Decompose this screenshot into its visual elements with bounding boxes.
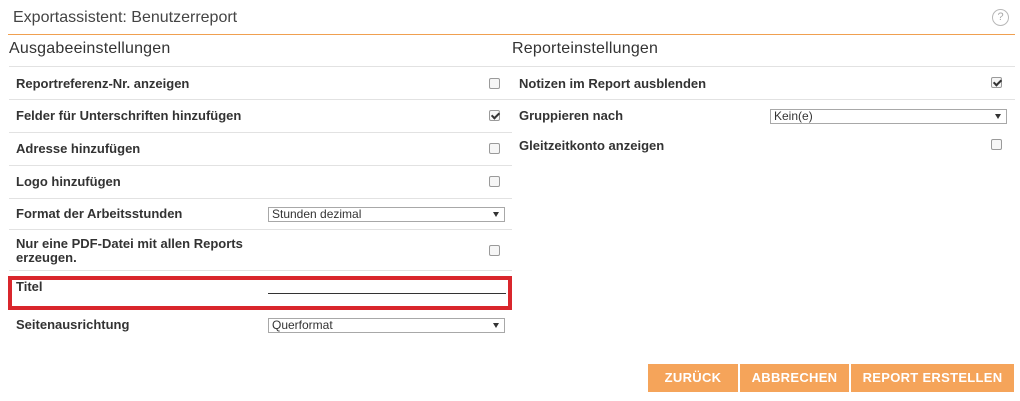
add-logo-label: Logo hinzufügen bbox=[16, 174, 121, 189]
back-button[interactable]: ZURÜCK bbox=[648, 364, 738, 392]
chevron-down-icon bbox=[493, 323, 499, 328]
chevron-down-icon bbox=[995, 114, 1001, 119]
group-by-select[interactable]: Kein(e) bbox=[770, 109, 1007, 124]
output-settings-title: Ausgabeeinstellungen bbox=[9, 40, 171, 57]
help-icon[interactable]: ? bbox=[992, 9, 1009, 26]
report-reference-label: Reportreferenz-Nr. anzeigen bbox=[16, 76, 190, 91]
hours-format-select[interactable]: Stunden dezimal bbox=[268, 207, 505, 222]
signature-fields-label: Felder für Unterschriften hinzufügen bbox=[16, 108, 242, 123]
add-logo-checkbox[interactable] bbox=[489, 176, 500, 187]
hours-format-value: Stunden dezimal bbox=[272, 207, 362, 221]
title-row-highlight bbox=[8, 276, 512, 310]
hide-notes-label: Notizen im Report ausblenden bbox=[519, 76, 707, 91]
add-address-label: Adresse hinzufügen bbox=[16, 141, 141, 156]
create-report-button[interactable]: REPORT ERSTELLEN bbox=[851, 364, 1014, 392]
row-signature-fields: Felder für Unterschriften hinzufügen bbox=[9, 99, 512, 132]
dialog-title: Exportassistent: Benutzerreport bbox=[13, 9, 238, 26]
row-add-address: Adresse hinzufügen bbox=[9, 132, 512, 165]
hide-notes-checkbox[interactable] bbox=[991, 77, 1002, 88]
group-by-label: Gruppieren nach bbox=[519, 108, 624, 123]
cancel-button[interactable]: ABBRECHEN bbox=[740, 364, 849, 392]
row-hide-notes: Notizen im Report ausblenden bbox=[512, 66, 1015, 99]
report-settings-title: Reporteinstellungen bbox=[512, 40, 659, 57]
single-pdf-checkbox[interactable] bbox=[489, 245, 500, 256]
add-address-checkbox[interactable] bbox=[489, 143, 500, 154]
row-add-logo: Logo hinzufügen bbox=[9, 165, 512, 198]
chevron-down-icon bbox=[493, 212, 499, 217]
row-single-pdf: Nur eine PDF-Datei mit allen Reports erz… bbox=[9, 229, 512, 270]
group-by-value: Kein(e) bbox=[774, 109, 813, 123]
report-settings-panel: Notizen im Report ausblenden Gruppieren … bbox=[512, 66, 1015, 163]
flextime-label: Gleitzeitkonto anzeigen bbox=[519, 138, 665, 153]
page-orientation-select[interactable]: Querformat bbox=[268, 318, 505, 333]
hours-format-label: Format der Arbeitsstunden bbox=[16, 206, 183, 221]
report-reference-checkbox[interactable] bbox=[489, 78, 500, 89]
page-orientation-value: Querformat bbox=[272, 318, 333, 332]
row-page-orientation: Seitenausrichtung Querformat bbox=[9, 310, 512, 342]
single-pdf-label: Nur eine PDF-Datei mit allen Reports erz… bbox=[16, 236, 243, 265]
row-hours-format: Format der Arbeitsstunden Stunden dezima… bbox=[9, 198, 512, 229]
row-group-by: Gruppieren nach Kein(e) bbox=[512, 99, 1015, 131]
signature-fields-checkbox[interactable] bbox=[489, 110, 500, 121]
row-flextime: Gleitzeitkonto anzeigen bbox=[512, 131, 1015, 163]
dialog-header: Exportassistent: Benutzerreport ? bbox=[8, 0, 1015, 35]
flextime-checkbox[interactable] bbox=[991, 139, 1002, 150]
row-report-reference: Reportreferenz-Nr. anzeigen bbox=[9, 66, 512, 99]
page-orientation-label: Seitenausrichtung bbox=[16, 317, 130, 332]
